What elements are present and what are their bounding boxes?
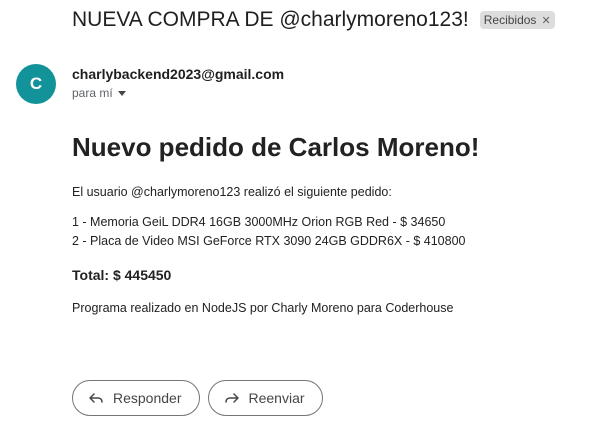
reply-button[interactable]: Responder: [72, 380, 200, 416]
order-item: 2 - Placa de Video MSI GeForce RTX 3090 …: [72, 234, 466, 248]
avatar-initial: C: [29, 74, 43, 93]
message-actions: Responder Reenviar: [72, 380, 331, 416]
order-item: 1 - Memoria GeiL DDR4 16GB 3000MHz Orion…: [72, 215, 446, 229]
forward-icon: [224, 393, 239, 403]
email-subject: NUEVA COMPRA DE @charlymoreno123!: [72, 8, 469, 31]
message-body: Nuevo pedido de Carlos Moreno! El usuari…: [72, 130, 592, 315]
avatar[interactable]: C: [16, 64, 56, 104]
footer-note: Programa realizado en NodeJS por Charly …: [72, 301, 454, 315]
label-chip-text: Recibidos: [483, 13, 537, 27]
reply-icon: [89, 393, 103, 403]
forward-label: Reenviar: [248, 390, 305, 406]
label-chip-inbox[interactable]: Recibidos ✕: [479, 11, 555, 29]
order-items: 1 - Memoria GeiL DDR4 16GB 3000MHz Orion…: [72, 213, 592, 251]
message-intro: El usuario @charlymoreno123 realizó el s…: [72, 185, 392, 199]
caret-down-icon: [117, 90, 126, 96]
recipient-details-toggle[interactable]: para mí: [72, 86, 126, 100]
message-heading: Nuevo pedido de Carlos Moreno!: [72, 132, 480, 162]
sender-email: charlybackend2023@gmail.com: [72, 66, 285, 82]
order-total: Total: $ 445450: [72, 267, 172, 283]
reply-label: Responder: [113, 390, 182, 406]
subject-row: NUEVA COMPRA DE @charlymoreno123! Recibi…: [72, 8, 555, 32]
close-icon[interactable]: ✕: [541, 14, 550, 27]
recipient-text: para mí: [72, 86, 113, 100]
forward-button[interactable]: Reenviar: [207, 380, 323, 416]
